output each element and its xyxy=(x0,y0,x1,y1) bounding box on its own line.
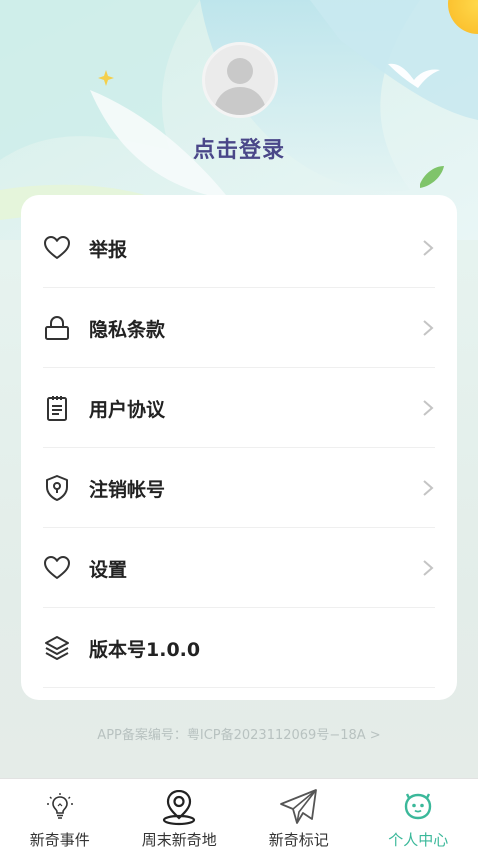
tab-label: 个人中心 xyxy=(388,831,449,849)
chevron-right-icon xyxy=(423,400,434,416)
document-icon xyxy=(43,394,71,422)
menu-item-report[interactable]: 举报 xyxy=(43,208,435,288)
icp-record-link[interactable]: APP备案编号：粤ICP备2023112069号−18A > xyxy=(0,724,478,743)
login-link[interactable]: 点击登录 xyxy=(0,132,478,164)
avatar[interactable] xyxy=(202,42,278,118)
menu-card: 举报 隐私条款 用户协议 注销帐号 设置 版本号1.0.0 xyxy=(21,195,457,700)
chevron-right-icon xyxy=(423,480,434,496)
divider xyxy=(43,687,435,688)
menu-item-settings[interactable]: 设置 xyxy=(43,528,435,608)
user-silhouette-icon xyxy=(213,58,267,115)
tab-events[interactable]: 新奇事件 xyxy=(0,779,120,850)
menu-item-label: 举报 xyxy=(89,238,128,261)
tab-weekend-places[interactable]: 周末新奇地 xyxy=(120,779,240,850)
lightbulb-icon xyxy=(39,787,81,827)
heart-icon xyxy=(43,554,71,582)
shield-icon xyxy=(43,474,71,502)
tab-label: 新奇标记 xyxy=(268,831,329,849)
tab-bar: 新奇事件 周末新奇地 新奇标记 个人中心 xyxy=(0,778,478,850)
chevron-right-icon xyxy=(423,240,434,256)
tab-label: 新奇事件 xyxy=(29,831,90,849)
chevron-right-icon xyxy=(423,320,434,336)
menu-item-label: 设置 xyxy=(89,558,128,581)
menu-item-privacy[interactable]: 隐私条款 xyxy=(43,288,435,368)
menu-item-label: 版本号1.0.0 xyxy=(89,638,201,661)
menu-item-label: 用户协议 xyxy=(89,398,166,421)
lock-icon xyxy=(43,314,71,342)
tab-marks[interactable]: 新奇标记 xyxy=(239,779,359,850)
menu-item-label: 注销帐号 xyxy=(89,478,166,501)
layers-icon xyxy=(43,634,71,662)
tab-label: 周末新奇地 xyxy=(141,831,217,849)
tab-profile[interactable]: 个人中心 xyxy=(359,779,478,850)
menu-item-label: 隐私条款 xyxy=(89,318,166,341)
chevron-right-icon xyxy=(423,560,434,576)
menu-item-user-agreement[interactable]: 用户协议 xyxy=(43,368,435,448)
menu-item-version: 版本号1.0.0 xyxy=(43,608,435,688)
map-pin-icon xyxy=(158,787,200,827)
paper-plane-icon xyxy=(278,787,320,827)
smiley-face-icon xyxy=(397,787,439,827)
heart-icon xyxy=(43,234,71,262)
menu-item-delete-account[interactable]: 注销帐号 xyxy=(43,448,435,528)
